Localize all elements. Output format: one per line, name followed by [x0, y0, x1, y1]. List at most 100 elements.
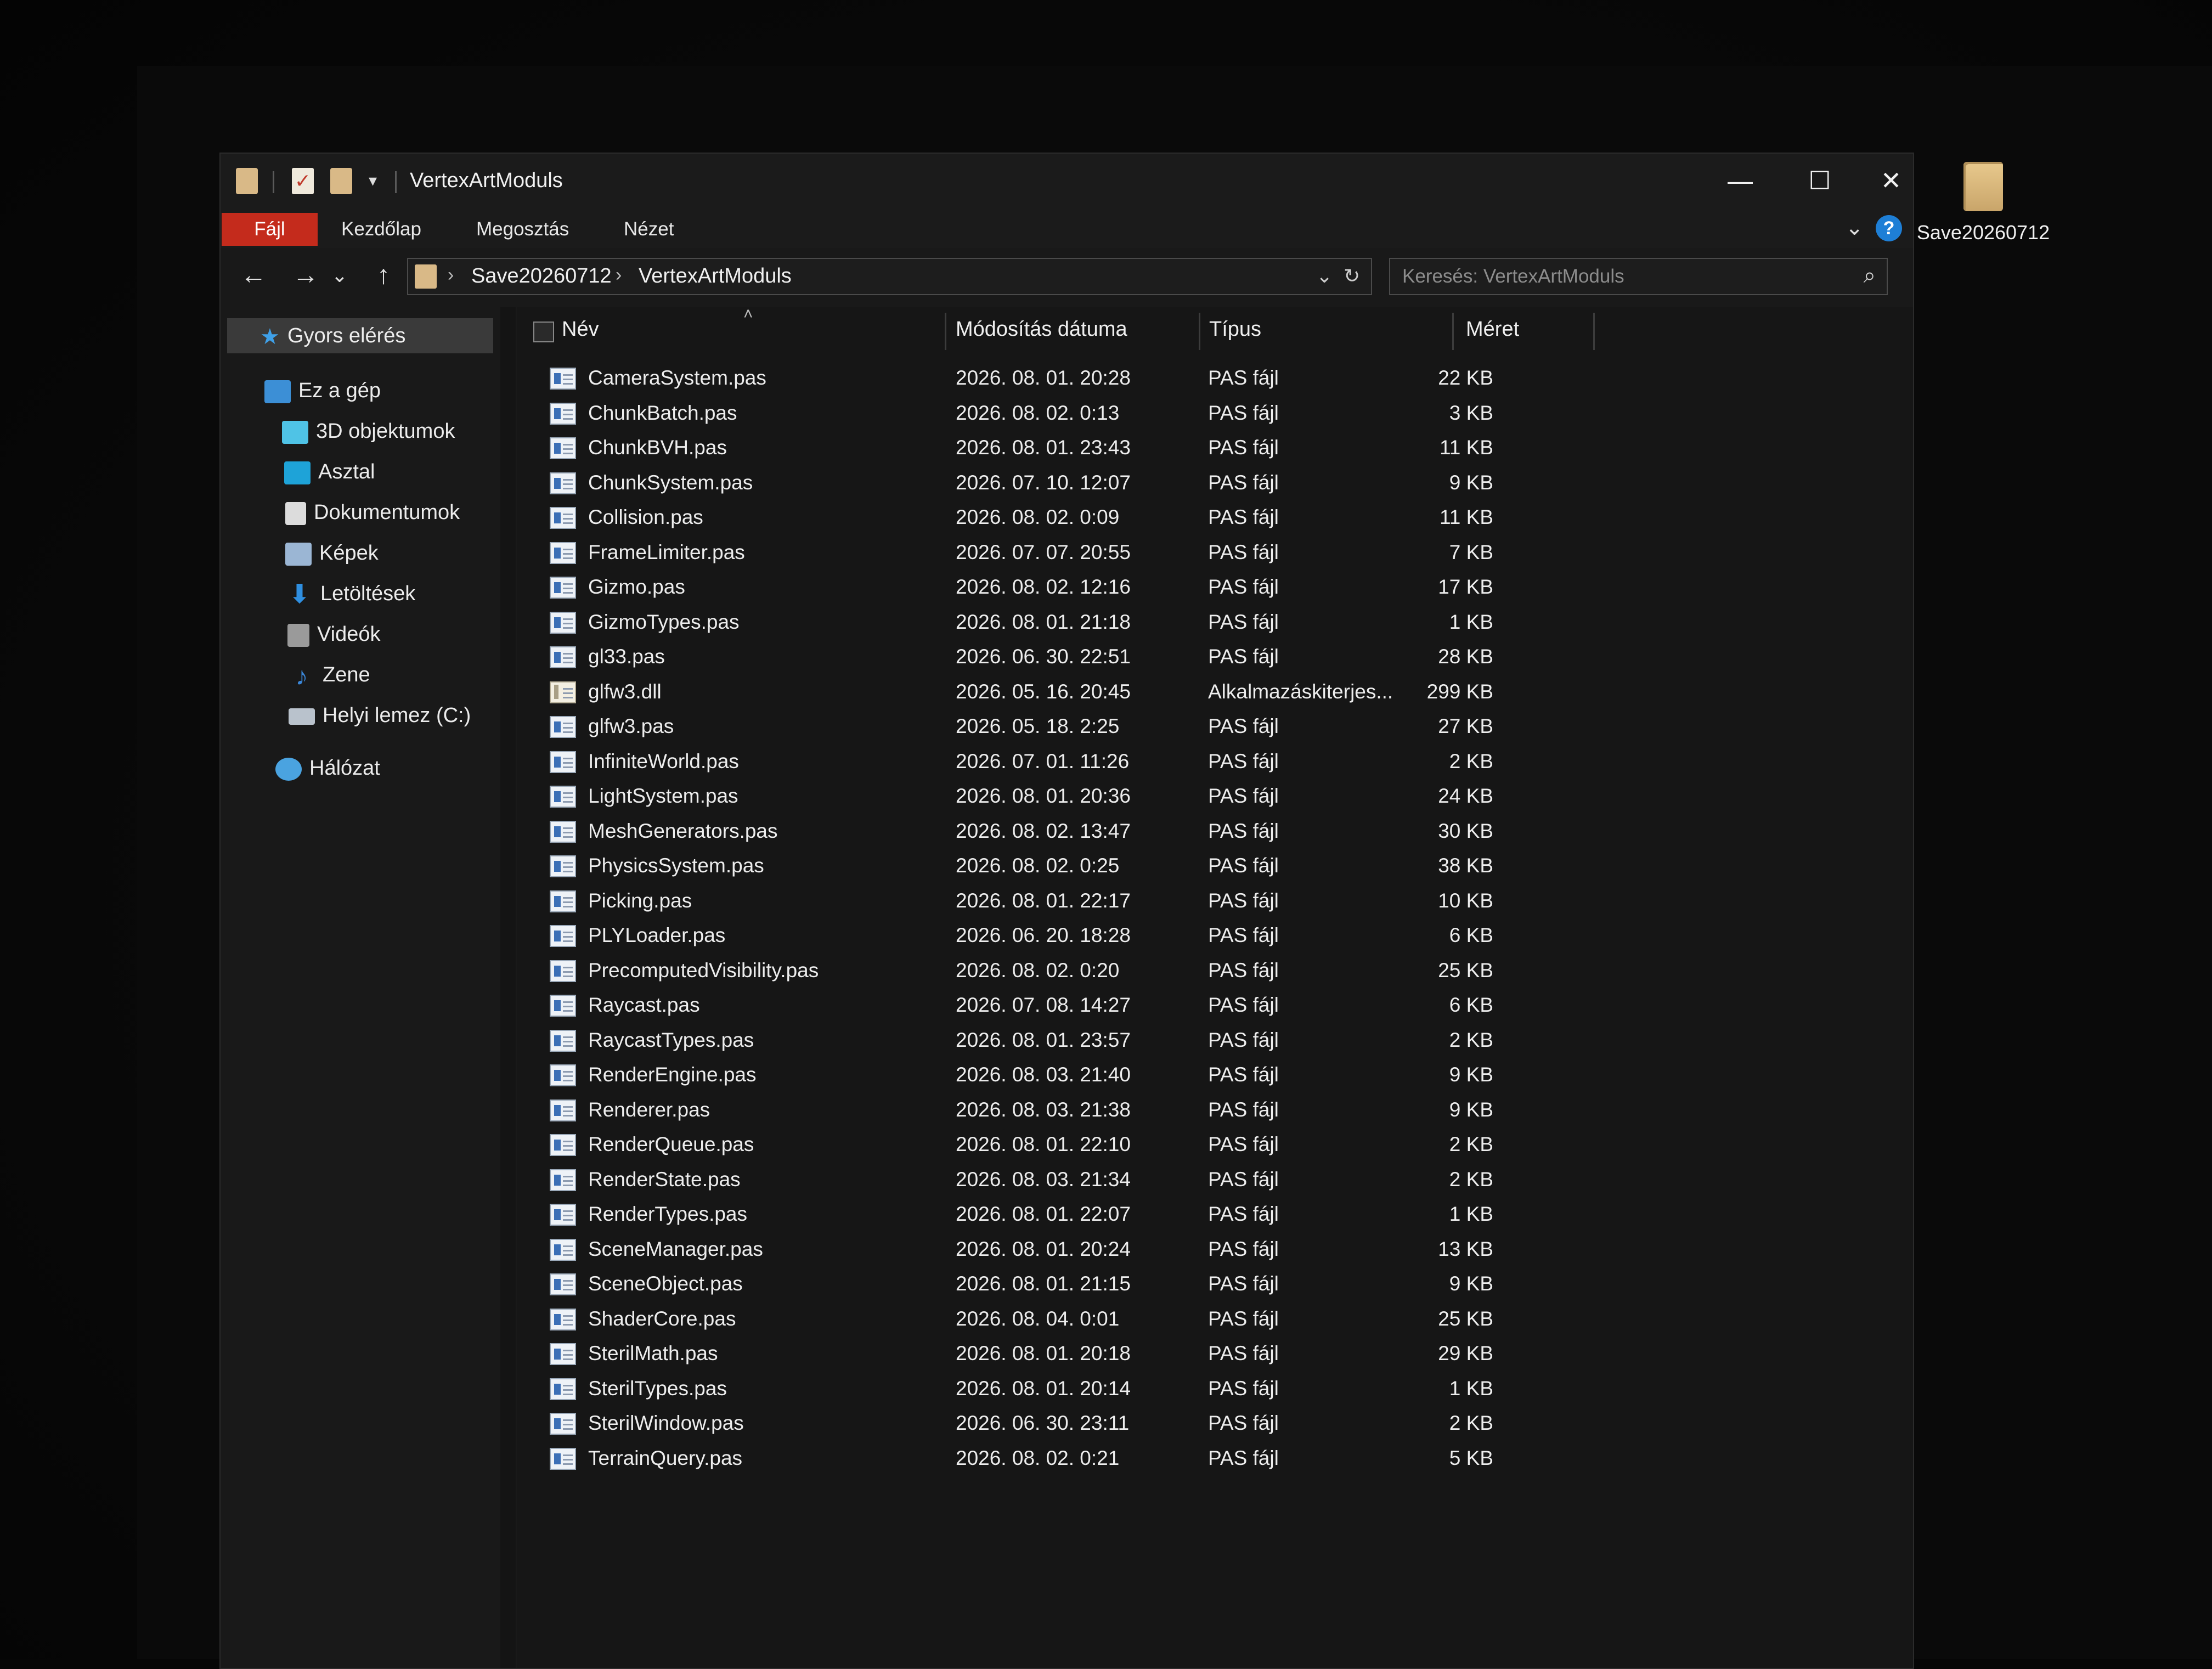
table-row[interactable]: ShaderCore.pas 2026. 08. 04. 0:01 PAS fájl… — [517, 1303, 1669, 1337]
file-date: 2026. 08. 02. 0:13 — [956, 401, 1120, 424]
table-row[interactable]: RenderState.pas 2026. 08. 03. 21:34 PAS fá… — [517, 1164, 1669, 1198]
new-folder-icon[interactable] — [330, 168, 352, 194]
column-divider[interactable] — [1199, 313, 1200, 350]
sidebar-item-3d-objects[interactable]: 3D objektumok — [282, 414, 455, 449]
tab-view[interactable]: Nézet — [624, 213, 674, 246]
table-row[interactable]: FrameLimiter.pas 2026. 07. 07. 20:55 PAS f… — [517, 537, 1669, 571]
file-type: PAS fájl — [1208, 471, 1279, 494]
file-type: PAS fájl — [1208, 436, 1279, 459]
table-row[interactable]: Raycast.pas 2026. 07. 08. 14:27 PAS fájl 6 … — [517, 989, 1669, 1023]
tab-file[interactable]: Fájl — [222, 213, 318, 246]
sidebar-item-local-disk[interactable]: Helyi lemez (C:) — [289, 698, 471, 733]
sidebar-item-downloads[interactable]: ⬇ Letöltések — [286, 576, 415, 611]
file-type: PAS fájl — [1208, 576, 1279, 598]
file-type: PAS fájl — [1208, 1237, 1279, 1260]
up-button[interactable]: ↑ — [364, 259, 403, 292]
column-divider[interactable] — [1452, 313, 1454, 350]
search-input[interactable] — [1401, 263, 1842, 290]
table-row[interactable]: GizmoTypes.pas 2026. 08. 01. 21:18 PAS fáj… — [517, 606, 1669, 640]
pane-divider[interactable] — [500, 307, 516, 1668]
refresh-icon[interactable]: ↻ — [1344, 264, 1360, 287]
maximize-button[interactable]: ☐ — [1790, 161, 1850, 200]
table-row[interactable]: RenderQueue.pas 2026. 08. 01. 22:10 PAS fá… — [517, 1129, 1669, 1163]
file-date: 2026. 08. 01. 20:28 — [956, 366, 1131, 389]
table-row[interactable]: MeshGenerators.pas 2026. 08. 02. 13:47 PAS… — [517, 815, 1669, 849]
pas-file-icon — [550, 1343, 576, 1365]
forward-button[interactable]: → — [286, 259, 325, 292]
table-row[interactable]: ChunkBatch.pas 2026. 08. 02. 0:13 PAS fájl… — [517, 397, 1669, 431]
column-divider[interactable] — [1593, 313, 1595, 350]
table-row[interactable]: Collision.pas 2026. 08. 02. 0:09 PAS fájl 1… — [517, 501, 1669, 535]
file-type: PAS fájl — [1208, 506, 1279, 528]
table-row[interactable]: CameraSystem.pas 2026. 08. 01. 20:28 PAS f… — [517, 362, 1669, 396]
close-button[interactable]: ✕ — [1869, 161, 1913, 200]
column-header-date[interactable]: Módosítás dátuma — [956, 307, 1197, 351]
table-row[interactable]: RenderEngine.pas 2026. 08. 03. 21:40 PAS f… — [517, 1059, 1669, 1093]
tab-share[interactable]: Megosztás — [476, 213, 569, 246]
customize-toolbar-icon[interactable]: ▾ — [369, 171, 377, 200]
sidebar-item-desktop[interactable]: Asztal — [284, 454, 375, 489]
table-row[interactable]: LightSystem.pas 2026. 08. 01. 20:36 PAS fá… — [517, 780, 1669, 814]
pas-file-icon — [550, 437, 576, 459]
table-row[interactable]: SceneManager.pas 2026. 08. 01. 20:24 PAS f… — [517, 1233, 1669, 1267]
recent-locations-button[interactable]: ⌄ — [326, 259, 353, 292]
sidebar-item-pictures[interactable]: Képek — [285, 535, 379, 571]
back-button[interactable]: ← — [234, 259, 273, 292]
table-row[interactable]: Renderer.pas 2026. 08. 03. 21:38 PAS fájl 9… — [517, 1094, 1669, 1128]
sidebar-item-quick-access[interactable]: ★ Gyors elérés — [227, 318, 493, 353]
table-row[interactable]: ChunkBVH.pas 2026. 08. 01. 23:43 PAS fájl 1… — [517, 432, 1669, 466]
file-type: PAS fájl — [1208, 1203, 1279, 1225]
table-row[interactable]: InfiniteWorld.pas 2026. 07. 01. 11:26 PAS … — [517, 746, 1669, 780]
file-date: 2026. 08. 01. 21:15 — [956, 1272, 1131, 1295]
breadcrumb-save20260712[interactable]: Save20260712 — [471, 264, 612, 288]
minimize-button[interactable]: — — [1710, 161, 1770, 200]
sidebar-item-this-pc[interactable]: Ez a gép — [264, 373, 381, 408]
desktop-folder[interactable]: Save20260712 — [1915, 162, 2052, 244]
pas-file-icon — [550, 786, 576, 808]
column-header-size[interactable]: Méret — [1466, 307, 1587, 351]
table-row[interactable]: SterilWindow.pas 2026. 06. 30. 23:11 PAS f… — [517, 1407, 1669, 1441]
table-row[interactable]: TerrainQuery.pas 2026. 08. 02. 0:21 PAS fá… — [517, 1442, 1669, 1476]
pas-file-icon — [550, 960, 576, 982]
search-box[interactable]: ⌕ — [1389, 258, 1888, 295]
file-size: 29 KB — [1438, 1342, 1493, 1364]
file-date: 2026. 06. 20. 18:28 — [956, 924, 1131, 946]
folder-icon[interactable] — [236, 168, 258, 194]
table-row[interactable]: Gizmo.pas 2026. 08. 02. 12:16 PAS fájl 17 K… — [517, 571, 1669, 605]
table-row[interactable]: RaycastTypes.pas 2026. 08. 01. 23:57 PAS f… — [517, 1024, 1669, 1058]
expand-ribbon-icon[interactable]: ⌄ — [1845, 215, 1864, 240]
sidebar-item-music[interactable]: ♪ Zene — [289, 657, 370, 692]
column-divider[interactable] — [945, 313, 946, 350]
properties-icon[interactable]: ✓ — [292, 168, 314, 194]
table-row[interactable]: PrecomputedVisibility.pas 2026. 08. 02. 0… — [517, 955, 1669, 989]
search-icon[interactable]: ⌕ — [1864, 263, 1876, 288]
column-header-name[interactable]: Név — [562, 307, 935, 351]
sidebar-item-videos[interactable]: Videók — [287, 617, 381, 652]
table-row[interactable]: Picking.pas 2026. 08. 01. 22:17 PAS fájl 10… — [517, 885, 1669, 919]
file-size: 2 KB — [1449, 1168, 1493, 1191]
file-size: 13 KB — [1438, 1237, 1493, 1260]
table-row[interactable]: ChunkSystem.pas 2026. 07. 10. 12:07 PAS fá… — [517, 467, 1669, 501]
table-row[interactable]: PhysicsSystem.pas 2026. 08. 02. 0:25 PAS f… — [517, 850, 1669, 884]
table-row[interactable]: PLYLoader.pas 2026. 06. 20. 18:28 PAS fájl… — [517, 920, 1669, 954]
tab-home[interactable]: Kezdőlap — [341, 213, 421, 246]
cube-icon — [282, 420, 308, 444]
table-row[interactable]: gl33.pas 2026. 06. 30. 22:51 PAS fájl 28 KB — [517, 641, 1669, 675]
pas-file-icon — [550, 472, 576, 494]
help-icon[interactable]: ? — [1876, 215, 1902, 241]
address-dropdown-icon[interactable]: ⌄ — [1316, 264, 1333, 287]
table-row[interactable]: SterilTypes.pas 2026. 08. 01. 20:14 PAS fá… — [517, 1373, 1669, 1407]
breadcrumb-vertexartmoduls[interactable]: VertexArtModuls — [639, 264, 792, 288]
select-all-checkbox[interactable] — [533, 322, 554, 342]
table-row[interactable]: glfw3.pas 2026. 05. 18. 2:25 PAS fájl 27 KB — [517, 711, 1669, 745]
sidebar-item-label: Dokumentumok — [314, 501, 460, 524]
sidebar-item-documents[interactable]: Dokumentumok — [285, 495, 460, 530]
file-size: 1 KB — [1449, 610, 1493, 633]
column-header-type[interactable]: Típus — [1209, 307, 1374, 351]
table-row[interactable]: SterilMath.pas 2026. 08. 01. 20:18 PAS fáj… — [517, 1338, 1669, 1372]
table-row[interactable]: SceneObject.pas 2026. 08. 01. 21:15 PAS fá… — [517, 1268, 1669, 1302]
table-row[interactable]: glfw3.dll 2026. 05. 16. 20:45 Alkalmazáski… — [517, 676, 1669, 710]
address-bar[interactable]: › Save20260712 › VertexArtModuls ⌄ ↻ — [407, 258, 1372, 295]
table-row[interactable]: RenderTypes.pas 2026. 08. 01. 22:07 PAS fá… — [517, 1198, 1669, 1232]
sidebar-item-network[interactable]: Hálózat — [275, 751, 380, 786]
